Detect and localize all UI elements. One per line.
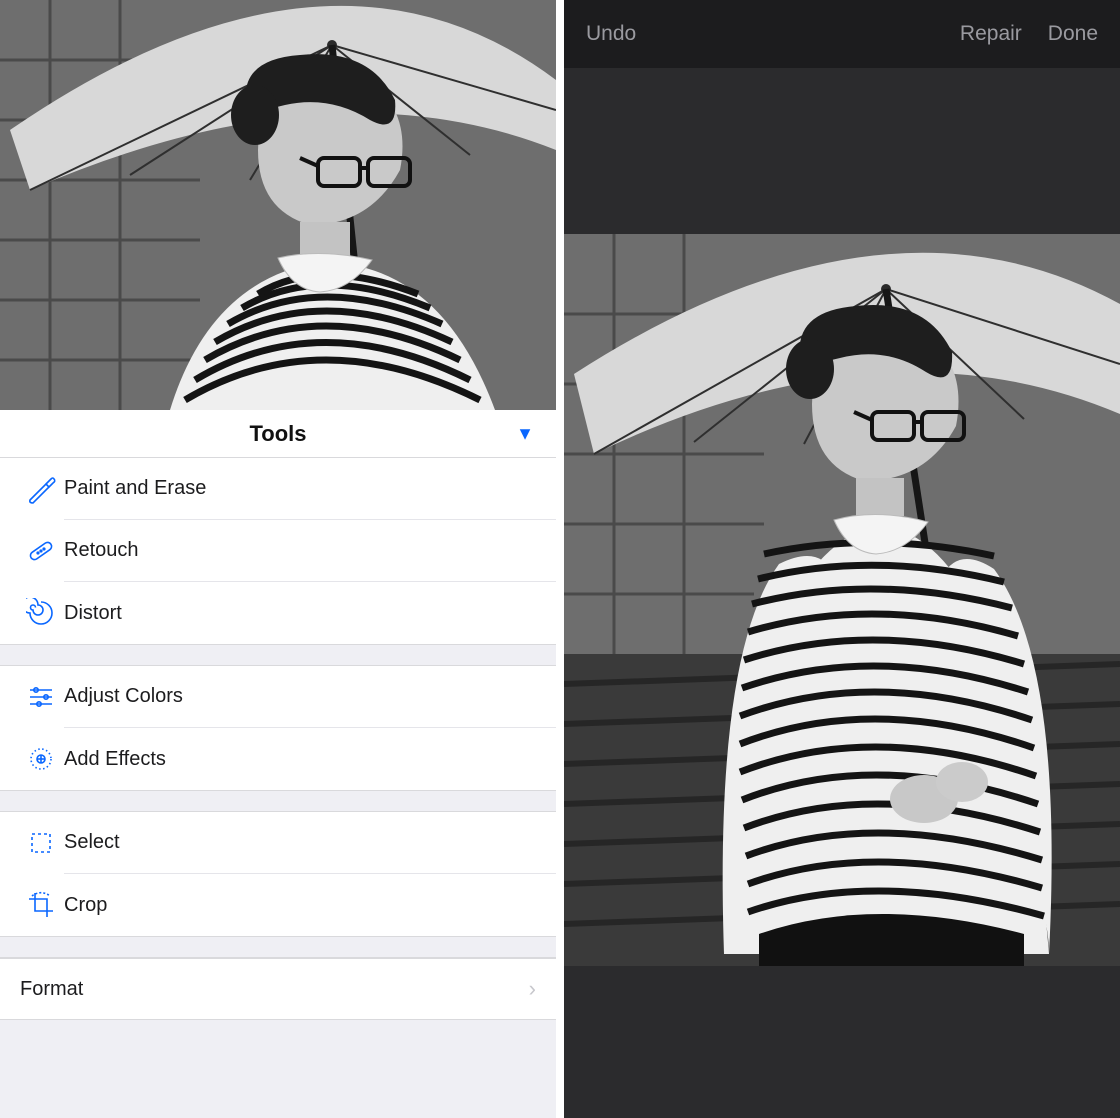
- image-preview-cropped: [0, 0, 556, 410]
- tool-retouch[interactable]: Retouch: [0, 520, 556, 582]
- brush-icon: [18, 474, 64, 504]
- tools-header[interactable]: Tools ▼: [0, 410, 556, 458]
- dropdown-triangle-icon: ▼: [516, 423, 534, 444]
- section-gap: [0, 644, 556, 666]
- tool-label: Retouch: [64, 520, 556, 582]
- tool-group-2: Adjust Colors Add Effects: [0, 666, 556, 790]
- tool-group-1: Paint and Erase Retouch Distort: [0, 458, 556, 644]
- undo-button[interactable]: Undo: [586, 22, 636, 46]
- tool-label: Adjust Colors: [64, 666, 556, 728]
- repair-button[interactable]: Repair: [960, 22, 1022, 46]
- pane-divider: [556, 0, 564, 1118]
- spiral-icon: [18, 598, 64, 628]
- editor-toolbar: Undo Repair Done: [564, 0, 1120, 68]
- tool-distort[interactable]: Distort: [0, 582, 556, 644]
- tools-title: Tools: [249, 421, 306, 447]
- tools-pane: Tools ▼ Paint and Erase Retouch: [0, 0, 556, 1118]
- tool-label: Add Effects: [64, 728, 556, 790]
- bottom-spacer: [0, 1020, 556, 1118]
- tool-crop[interactable]: Crop: [0, 874, 556, 936]
- sparkle-icon: [18, 744, 64, 774]
- canvas-top-margin: [564, 68, 1120, 234]
- format-label: Format: [20, 978, 529, 1001]
- tool-add-effects[interactable]: Add Effects: [0, 728, 556, 790]
- sliders-icon: [18, 682, 64, 712]
- section-gap: [0, 936, 556, 958]
- tool-label: Distort: [64, 582, 556, 644]
- crop-icon: [18, 890, 64, 920]
- tool-label: Crop: [64, 874, 556, 936]
- bandage-icon: [18, 536, 64, 566]
- section-gap: [0, 790, 556, 812]
- tool-label: Paint and Erase: [64, 458, 556, 520]
- tool-paint-and-erase[interactable]: Paint and Erase: [0, 458, 556, 520]
- canvas-bottom-margin: [564, 968, 1120, 1118]
- done-button[interactable]: Done: [1048, 22, 1098, 46]
- tool-adjust-colors[interactable]: Adjust Colors: [0, 666, 556, 728]
- tool-group-3: Select Crop: [0, 812, 556, 936]
- select-icon: [18, 828, 64, 858]
- tool-label: Select: [64, 812, 556, 874]
- tool-select[interactable]: Select: [0, 812, 556, 874]
- format-row[interactable]: Format ›: [0, 958, 556, 1020]
- editor-pane: Undo Repair Done: [564, 0, 1120, 1118]
- image-canvas[interactable]: [564, 234, 1120, 968]
- chevron-right-icon: ›: [529, 976, 536, 1002]
